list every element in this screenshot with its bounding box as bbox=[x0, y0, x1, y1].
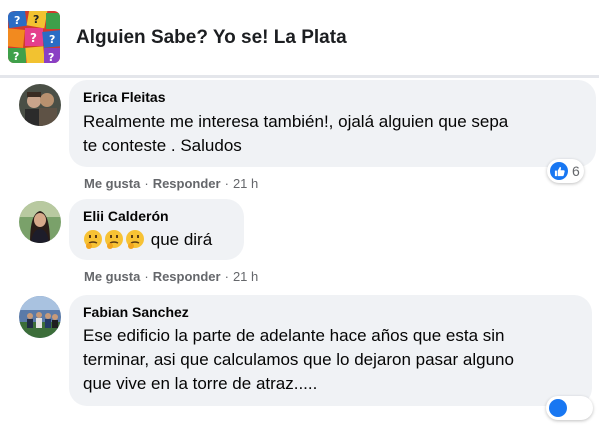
comment-text-line: Realmente me interesa también!, ojalá al… bbox=[83, 112, 509, 131]
like-icon bbox=[549, 399, 567, 417]
elii-avatar-photo bbox=[19, 201, 61, 243]
svg-text:?: ? bbox=[49, 33, 55, 46]
avatar[interactable] bbox=[19, 84, 61, 126]
comment-text-line: te conteste . Saludos bbox=[83, 136, 242, 155]
comment-author[interactable]: Elii Calderón bbox=[83, 208, 169, 224]
comment-actions: Me gusta · Responder · 21 h bbox=[84, 269, 259, 284]
like-link[interactable]: Me gusta bbox=[84, 176, 140, 191]
comment-text-line: que dirá bbox=[150, 230, 213, 249]
thinking-face-icon bbox=[83, 229, 103, 256]
comment-text-line: terminar, asi que calculamos que lo deja… bbox=[83, 350, 514, 369]
comment-time[interactable]: 21 h bbox=[233, 176, 258, 191]
svg-text:?: ? bbox=[14, 14, 20, 27]
thinking-face-icon bbox=[104, 229, 124, 256]
thinking-face-icon bbox=[125, 229, 145, 256]
comment-bubble: Fabian Sanchez Ese edificio la parte de … bbox=[69, 295, 592, 406]
comment-author[interactable]: Erica Fleitas bbox=[83, 89, 166, 105]
comment-bubble: Erica Fleitas Realmente me interesa tamb… bbox=[69, 80, 596, 167]
group-title[interactable]: Alguien Sabe? Yo se! La Plata bbox=[76, 27, 347, 49]
group-avatar[interactable]: ? ? ? ? ? ? bbox=[8, 11, 60, 63]
reaction-count: 6 bbox=[572, 163, 580, 179]
header-divider bbox=[0, 75, 599, 78]
avatar[interactable] bbox=[19, 201, 61, 243]
comment-author[interactable]: Fabian Sanchez bbox=[83, 304, 189, 320]
reaction-badge-partial[interactable] bbox=[546, 396, 593, 420]
svg-text:?: ? bbox=[13, 50, 19, 63]
svg-text:?: ? bbox=[48, 51, 54, 63]
like-link[interactable]: Me gusta bbox=[84, 269, 140, 284]
comment-actions: Me gusta · Responder · 21 h bbox=[84, 176, 259, 191]
fabian-avatar-photo bbox=[19, 296, 61, 338]
reply-link[interactable]: Responder bbox=[153, 176, 221, 191]
group-header: ? ? ? ? ? ? Alguien Sabe? Yo se! La Plat… bbox=[0, 0, 599, 80]
comment-text: Realmente me interesa también!, ojalá al… bbox=[83, 110, 508, 158]
comment-text: que dirá bbox=[83, 228, 212, 256]
reaction-count-badge[interactable]: 6 bbox=[547, 159, 584, 183]
comment-text-line: que vive en la torre de atraz..... bbox=[83, 374, 318, 393]
avatar[interactable] bbox=[19, 296, 61, 338]
svg-text:?: ? bbox=[30, 31, 37, 45]
group-logo-icon: ? ? ? ? ? ? bbox=[8, 11, 60, 63]
reply-link[interactable]: Responder bbox=[153, 269, 221, 284]
comment-text: Ese edificio la parte de adelante hace a… bbox=[83, 324, 514, 396]
comment-text-line: Ese edificio la parte de adelante hace a… bbox=[83, 326, 505, 345]
comment-bubble: Elii Calderón que dirá bbox=[69, 199, 244, 260]
like-icon bbox=[550, 162, 568, 180]
svg-text:?: ? bbox=[33, 13, 39, 26]
comment-time[interactable]: 21 h bbox=[233, 269, 258, 284]
erica-avatar-photo bbox=[19, 84, 61, 126]
